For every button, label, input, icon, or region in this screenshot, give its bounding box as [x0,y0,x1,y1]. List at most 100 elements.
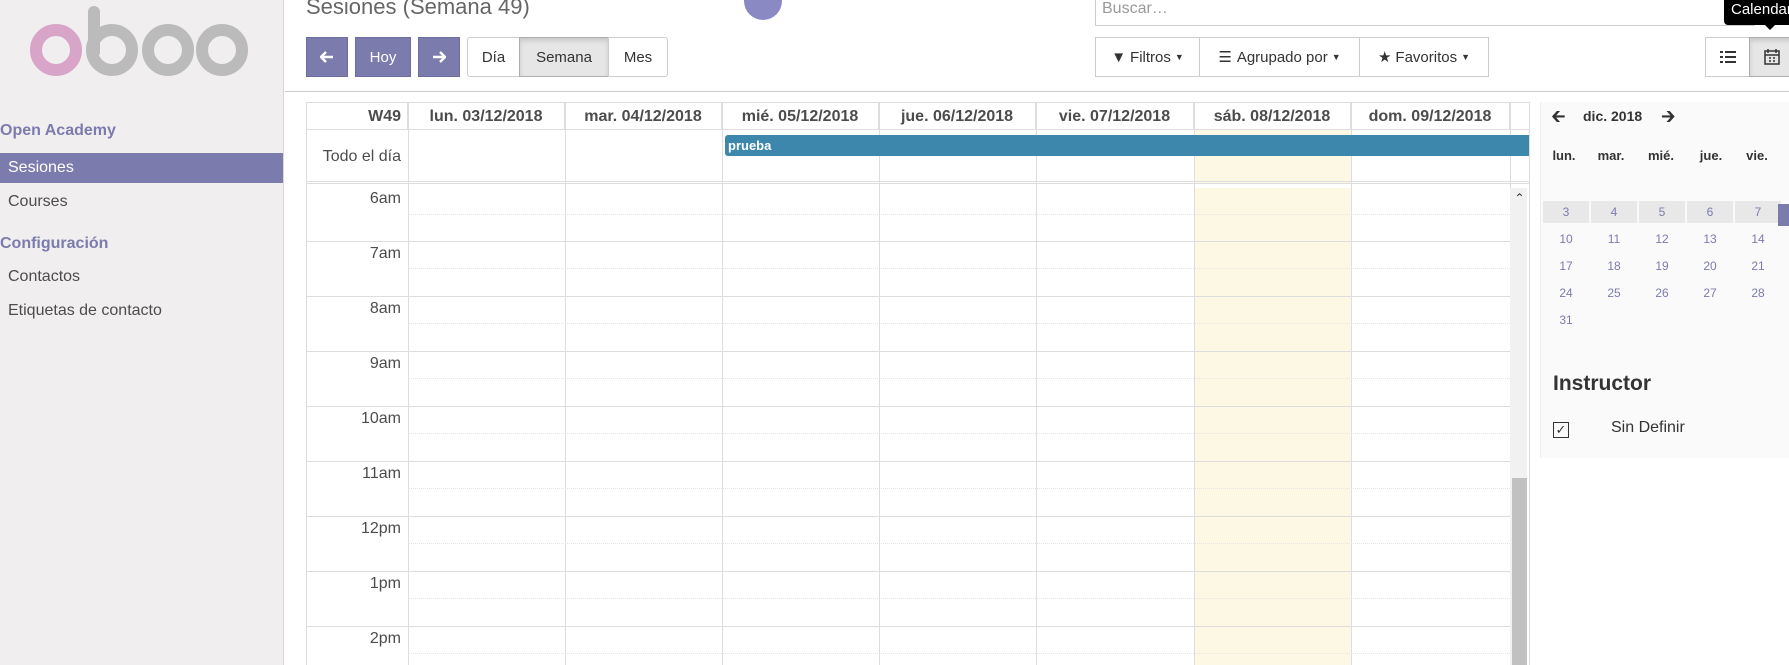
scale-week-button[interactable]: Semana [519,37,609,77]
day-header[interactable]: mar. 04/12/2018 [565,103,722,130]
time-label: 9am [369,355,401,372]
mini-day-selected[interactable] [1778,204,1789,226]
mini-day[interactable]: 12 [1639,228,1685,250]
menu-item-contactos[interactable]: Contactos [0,262,283,292]
half-hour-line [408,488,1510,489]
mini-day[interactable]: 6 [1687,201,1733,223]
groupby-dropdown[interactable]: ☰ Agrupado por ▼ [1199,37,1360,77]
day-header[interactable]: mié. 05/12/2018 [722,103,879,130]
day-header[interactable]: sáb. 08/12/2018 [1194,103,1351,130]
arrow-right-icon [433,51,446,63]
mini-day[interactable]: 28 [1735,282,1781,304]
today-highlight-column [1194,188,1351,665]
mini-day[interactable]: 25 [1591,282,1637,304]
calendar-event[interactable]: prueba [725,135,1529,156]
hour-line [307,571,1510,572]
tooltip-arrow [1765,25,1775,30]
loading-indicator [744,0,782,20]
filters-label: Filtros [1130,48,1171,66]
time-label: 7am [369,245,401,262]
calendar-icon [1763,49,1780,65]
chevron-up-icon[interactable]: ⌃ [1512,191,1527,206]
odoo-logo[interactable] [16,2,248,92]
favorites-label: Favoritos [1395,48,1458,66]
mini-day[interactable]: 18 [1591,255,1637,277]
mini-day[interactable]: 17 [1543,255,1589,277]
mini-day[interactable]: 31 [1543,309,1589,331]
filter-checkbox[interactable]: ✓ [1553,422,1569,438]
calendar-view-button[interactable] [1749,37,1789,77]
mini-day[interactable]: 19 [1639,255,1685,277]
calendar-header-row: W49 lun. 03/12/2018 mar. 04/12/2018 mié.… [307,103,1529,130]
weekday-label: vie. [1746,148,1768,163]
mini-day[interactable]: 4 [1591,201,1637,223]
groupby-label: Agrupado por [1236,48,1328,66]
mini-day[interactable]: 20 [1687,255,1733,277]
mini-day[interactable]: 10 [1543,228,1589,250]
list-view-button[interactable] [1705,37,1750,77]
time-label: 6am [369,190,401,207]
mini-day[interactable]: 27 [1687,282,1733,304]
menu-item-etiquetas[interactable]: Etiquetas de contacto [0,296,283,326]
week-number: W49 [307,103,408,130]
search-input[interactable]: Buscar… [1095,0,1755,26]
scale-day-button[interactable]: Día [467,37,520,77]
today-button[interactable]: Hoy [355,37,411,77]
hour-line [307,241,1510,242]
day-header[interactable]: lun. 03/12/2018 [408,103,565,130]
mini-next-icon[interactable]: 🡲 [1661,104,1676,134]
control-panel-divider [285,91,1789,92]
weekday-label: lun. [1552,148,1576,163]
hour-line [307,296,1510,297]
allday-label: Todo el día [322,148,401,165]
scale-month-button[interactable]: Mes [608,37,668,77]
mini-calendar-title: dic. 2018 [1583,108,1643,124]
mini-day[interactable]: 26 [1639,282,1685,304]
favorites-dropdown[interactable]: ★ Favoritos ▼ [1359,37,1489,77]
mini-day[interactable]: 5 [1639,201,1685,223]
calendar-sidebar: 🡰 dic. 2018 🡲 lun. mar. mié. jue. vie. 3… [1540,102,1789,458]
day-header[interactable]: dom. 09/12/2018 [1351,103,1510,130]
day-header[interactable]: vie. 07/12/2018 [1036,103,1194,130]
column-divider [1351,103,1352,665]
scrollbar-thumb[interactable] [1512,478,1527,665]
filter-item-label: Sin Definir [1611,419,1685,436]
time-label: 10am [360,410,401,427]
half-hour-line [408,323,1510,324]
filter-section-title: Instructor [1553,372,1652,395]
mini-day[interactable]: 24 [1543,282,1589,304]
day-header[interactable]: jue. 06/12/2018 [879,103,1036,130]
list-icon [1719,51,1736,63]
mini-calendar-header: 🡰 dic. 2018 🡲 [1541,102,1789,134]
mini-day[interactable]: 14 [1735,228,1781,250]
next-button[interactable] [418,37,460,77]
hour-line [307,461,1510,462]
half-hour-line [408,598,1510,599]
menu-section-open-academy: Open Academy [0,122,116,139]
hour-line [307,626,1510,627]
mini-day[interactable]: 11 [1591,228,1637,250]
app-sidebar: Open Academy Sesiones Courses Configurac… [0,0,284,665]
mini-day[interactable]: 13 [1687,228,1733,250]
hour-line [307,516,1510,517]
half-hour-line [408,378,1510,379]
weekday-label: mié. [1647,148,1674,163]
menu-item-sesiones[interactable]: Sesiones [0,153,283,183]
menu-item-courses[interactable]: Courses [0,187,283,217]
time-label: 12pm [360,520,401,537]
half-hour-line [408,214,1510,215]
column-divider [565,103,566,665]
column-divider [879,103,880,665]
view-tooltip: Calendar [1724,0,1789,25]
hour-line [307,351,1510,352]
time-label: 8am [369,300,401,317]
caret-down-icon: ▼ [1174,52,1184,62]
prev-button[interactable] [306,37,348,77]
mini-day[interactable]: 7 [1735,201,1781,223]
menu-section-configuracion: Configuración [0,235,109,252]
mini-day[interactable]: 21 [1735,255,1781,277]
mini-prev-icon[interactable]: 🡰 [1551,104,1566,134]
breadcrumb-title: Sesiones (Semana 49) [306,0,530,19]
filters-dropdown[interactable]: ▼ Filtros ▼ [1095,37,1200,77]
mini-day[interactable]: 3 [1543,201,1589,223]
